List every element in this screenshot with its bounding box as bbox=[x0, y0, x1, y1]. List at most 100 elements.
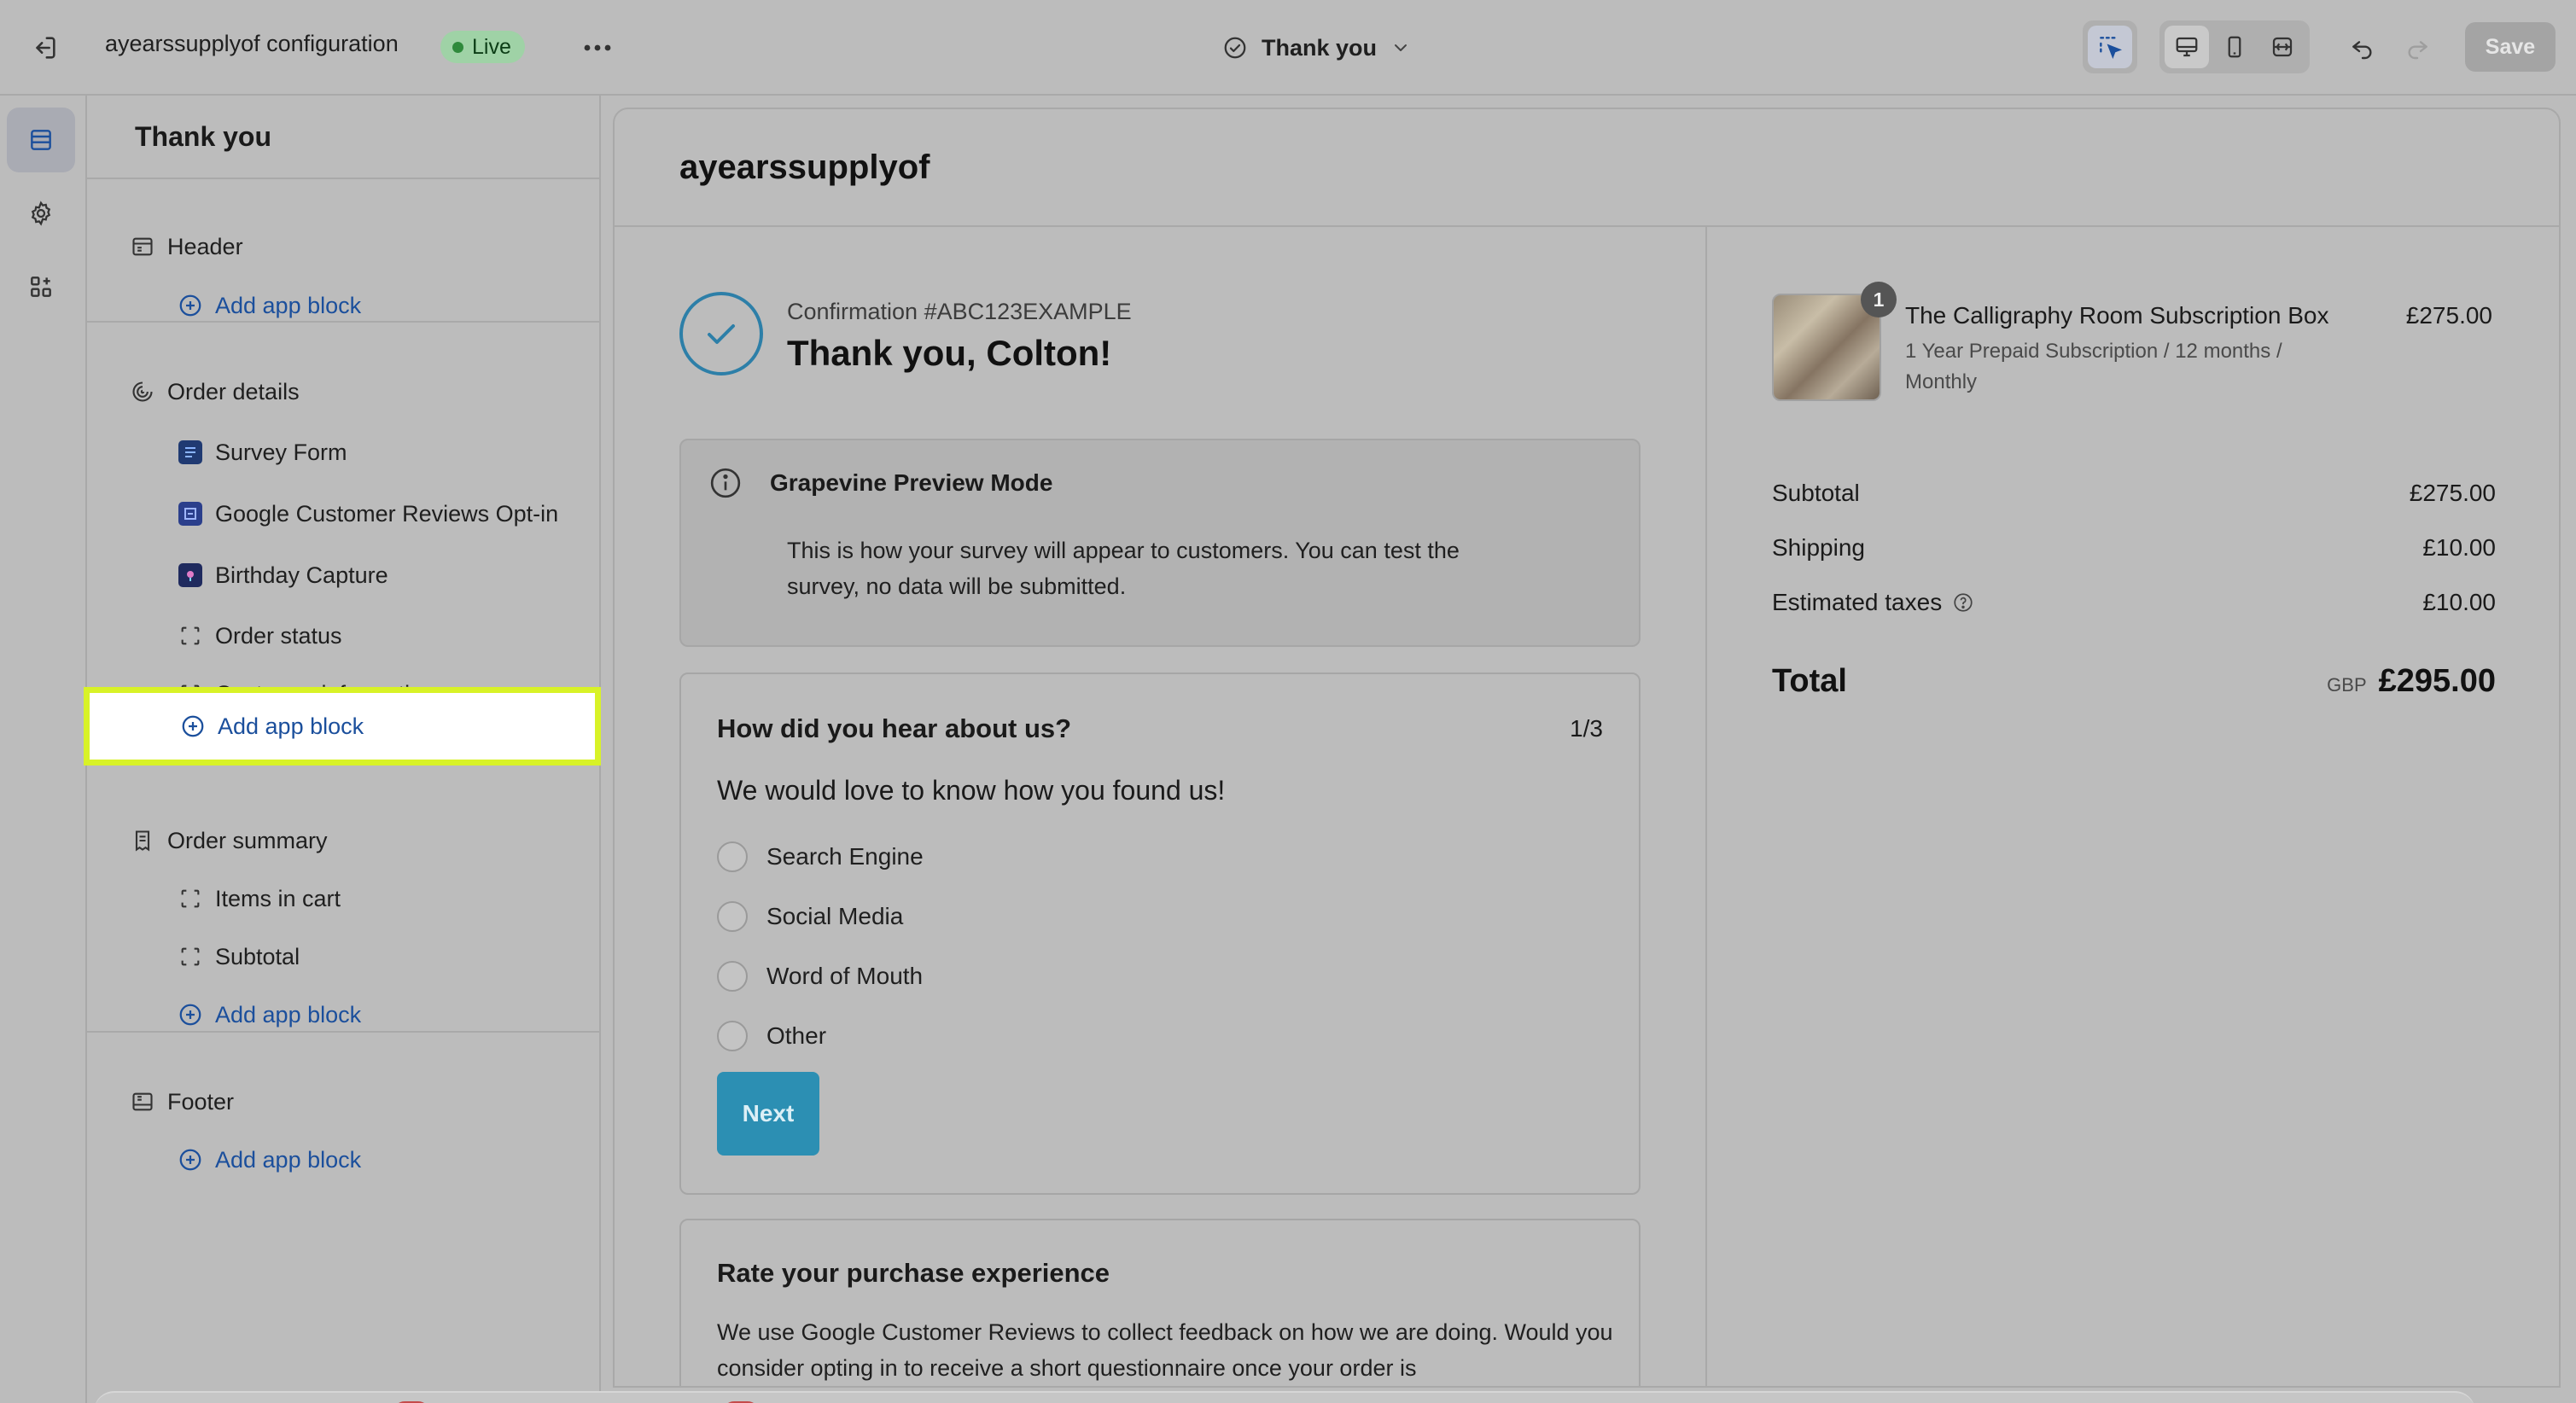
bottom-dock bbox=[94, 1391, 2475, 1403]
block-icon bbox=[181, 947, 200, 966]
radio-button[interactable] bbox=[717, 1021, 748, 1051]
redo-icon bbox=[2408, 41, 2427, 60]
footer-layout-icon bbox=[132, 1092, 153, 1111]
survey-app-icon bbox=[178, 440, 202, 464]
exit-icon bbox=[36, 37, 55, 59]
rail-apps-button[interactable] bbox=[7, 254, 75, 319]
mobile-view-button[interactable] bbox=[2212, 26, 2257, 68]
add-app-block-label: Add app block bbox=[215, 1146, 362, 1173]
rate-experience-title: Rate your purchase experience bbox=[717, 1258, 1110, 1288]
undo-button[interactable] bbox=[2340, 26, 2385, 70]
section-header[interactable]: Header bbox=[87, 220, 599, 273]
select-pointer-icon bbox=[2100, 37, 2123, 60]
shipping-label: Shipping bbox=[1772, 534, 1865, 561]
survey-question: How did you hear about us? bbox=[717, 713, 1072, 743]
section-label: Footer bbox=[167, 1088, 235, 1115]
more-horizontal-icon bbox=[584, 44, 611, 51]
check-circle-icon bbox=[1224, 37, 1246, 59]
survey-step-counter: 1/3 bbox=[1570, 715, 1603, 742]
block-order-status[interactable]: Order status bbox=[87, 609, 599, 662]
confirmation-number: Confirmation #ABC123EXAMPLE bbox=[787, 299, 1132, 324]
rate-experience-body: We use Google Customer Reviews to collec… bbox=[717, 1319, 1613, 1381]
radio-button[interactable] bbox=[717, 901, 748, 932]
mobile-icon bbox=[2228, 36, 2241, 58]
app-title: ayearssupplyof configuration bbox=[105, 31, 399, 56]
header-add-app-block[interactable]: Add app block bbox=[87, 279, 599, 332]
top-bar: ayearssupplyof configuration Live Thank … bbox=[0, 0, 2576, 96]
plus-circle-icon bbox=[179, 1149, 201, 1171]
subtotal-label: Subtotal bbox=[1772, 480, 1860, 506]
section-label: Order details bbox=[167, 378, 300, 405]
block-icon bbox=[181, 889, 200, 908]
product-variant: 1 Year Prepaid Subscription / 12 months … bbox=[1905, 340, 2282, 393]
block-icon bbox=[181, 626, 200, 645]
product-name: The Calligraphy Room Subscription Box bbox=[1905, 302, 2329, 329]
footer-add-app-block[interactable]: Add app block bbox=[87, 1133, 599, 1186]
radio-button[interactable] bbox=[717, 961, 748, 992]
section-label: Header bbox=[167, 233, 243, 259]
confirmation-check-icon bbox=[679, 292, 763, 375]
section-footer[interactable]: Footer bbox=[87, 1075, 599, 1128]
add-app-block-label: Add app block bbox=[215, 292, 362, 318]
preview-mode-title: Grapevine Preview Mode bbox=[770, 469, 1053, 496]
block-subtotal[interactable]: Subtotal bbox=[87, 930, 599, 983]
survey-next-button[interactable]: Next bbox=[717, 1072, 819, 1156]
add-app-block-label: Add app block bbox=[218, 713, 364, 739]
sidebar-divider bbox=[87, 321, 599, 323]
help-circle-icon[interactable] bbox=[1952, 591, 1974, 614]
block-label: Subtotal bbox=[215, 943, 300, 969]
fullwidth-view-button[interactable] bbox=[2260, 26, 2305, 68]
shipping-row: Shipping £10.00 bbox=[1772, 531, 2496, 565]
birthday-app-icon bbox=[178, 563, 202, 587]
order-summary-add-app-block[interactable]: Add app block bbox=[87, 988, 599, 1041]
desktop-icon bbox=[2176, 37, 2198, 57]
left-rail bbox=[0, 96, 87, 1403]
order-details-add-app-block[interactable]: Add app block bbox=[84, 687, 601, 766]
product-price: £275.00 bbox=[2405, 302, 2492, 329]
subtotal-row: Subtotal £275.00 bbox=[1772, 476, 2496, 510]
desktop-view-button[interactable] bbox=[2165, 26, 2209, 68]
taxes-value: £10.00 bbox=[2422, 589, 2496, 615]
option-label: Search Engine bbox=[766, 843, 924, 870]
option-label: Word of Mouth bbox=[766, 963, 924, 989]
inspector-button[interactable] bbox=[2088, 26, 2132, 68]
taxes-label: Estimated taxes bbox=[1772, 589, 1943, 615]
page-selector[interactable]: Thank you bbox=[1222, 27, 1411, 68]
block-label: Google Customer Reviews Opt-in bbox=[215, 500, 559, 527]
live-label: Live bbox=[472, 34, 511, 59]
exit-button[interactable] bbox=[24, 27, 65, 68]
section-order-summary[interactable]: Order summary bbox=[87, 814, 599, 867]
option-label: Social Media bbox=[766, 903, 904, 929]
radio-button[interactable] bbox=[717, 841, 748, 872]
sidebar-divider bbox=[87, 178, 599, 179]
store-name: ayearssupplyof bbox=[679, 148, 930, 186]
rail-sections-button[interactable] bbox=[7, 108, 75, 172]
block-items-in-cart[interactable]: Items in cart bbox=[87, 872, 599, 925]
order-details-icon bbox=[132, 381, 153, 402]
survey-option-word-of-mouth[interactable]: Word of Mouth bbox=[717, 959, 923, 993]
survey-option-social-media[interactable]: Social Media bbox=[717, 899, 903, 934]
block-survey-form[interactable]: Survey Form bbox=[87, 426, 599, 479]
rail-settings-button[interactable] bbox=[7, 181, 75, 246]
plus-circle-icon bbox=[179, 1004, 201, 1026]
google-reviews-app-icon bbox=[178, 502, 202, 526]
total-label: Total bbox=[1772, 662, 1847, 699]
subtotal-value: £275.00 bbox=[2409, 480, 2496, 506]
save-button[interactable]: Save bbox=[2465, 22, 2556, 72]
plus-circle-icon bbox=[182, 715, 204, 737]
survey-option-other[interactable]: Other bbox=[717, 1019, 826, 1053]
preview-column-divider bbox=[1705, 227, 1707, 1386]
block-label: Order status bbox=[215, 622, 342, 649]
redo-button[interactable] bbox=[2395, 26, 2439, 70]
survey-option-search-engine[interactable]: Search Engine bbox=[717, 840, 924, 874]
block-birthday-capture[interactable]: Birthday Capture bbox=[87, 549, 599, 602]
more-actions-button[interactable] bbox=[574, 27, 621, 68]
option-label: Other bbox=[766, 1022, 827, 1049]
section-order-details[interactable]: Order details bbox=[87, 365, 599, 418]
device-toggle-group bbox=[2159, 20, 2310, 73]
page-selector-label: Thank you bbox=[1262, 34, 1378, 61]
rate-experience-card: Rate your purchase experience We use Goo… bbox=[679, 1219, 1641, 1386]
block-google-reviews-opt-in[interactable]: Google Customer Reviews Opt-in bbox=[87, 487, 599, 540]
live-dot-icon bbox=[452, 41, 463, 53]
inspector-toggle-group bbox=[2083, 20, 2137, 73]
